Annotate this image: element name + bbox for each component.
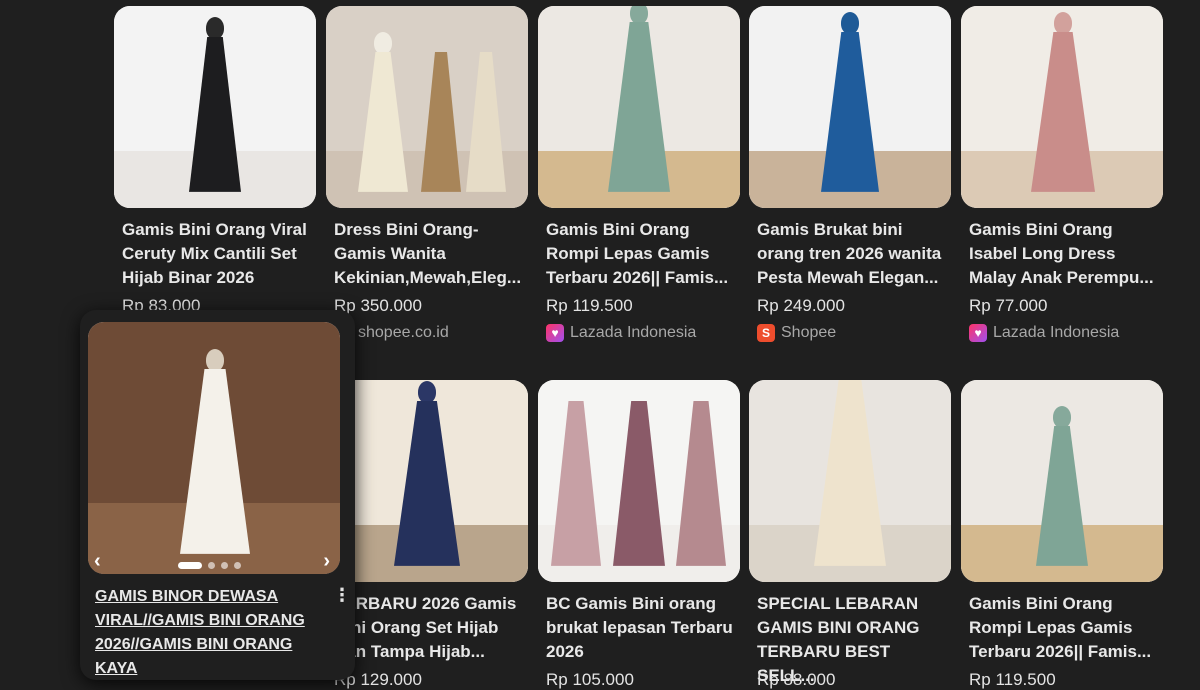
carousel-dot[interactable] (234, 562, 241, 569)
product-price: Rp 77.000 (969, 296, 1048, 315)
dress-shape (180, 368, 250, 554)
product-image[interactable] (114, 6, 316, 208)
carousel-dot[interactable] (221, 562, 228, 569)
product-source[interactable]: S Shopee (757, 324, 836, 342)
product-price: Rp 119.500 (969, 670, 1056, 689)
dress-shape (421, 51, 461, 192)
product-title[interactable]: Gamis Bini Orang Viral Ceruty Mix Cantil… (122, 218, 314, 290)
hijab-head (630, 6, 648, 24)
dress-figure (1036, 405, 1088, 566)
hijab-head (1054, 11, 1072, 34)
more-options-icon[interactable]: ⋮ (333, 585, 351, 606)
carousel-prev-icon[interactable]: ‹ (94, 550, 101, 573)
hijab-head (1053, 405, 1071, 428)
dress-shape (358, 51, 408, 192)
dress-shape (551, 400, 601, 566)
product-title[interactable]: Gamis Brukat bini orang tren 2026 wanita… (757, 218, 949, 290)
product-title[interactable]: Gamis Bini Orang Isabel Long Dress Malay… (969, 218, 1161, 290)
hijab-head (841, 11, 859, 34)
dress-shape (394, 400, 460, 566)
product-image[interactable] (749, 6, 951, 208)
dress-shape (466, 51, 506, 192)
source-label: Lazada Indonesia (570, 324, 697, 341)
dress-rack (421, 42, 511, 192)
dress-figure (358, 31, 408, 192)
dress-figure (821, 11, 879, 192)
dress-figure (1031, 11, 1095, 192)
dress-figure (189, 16, 241, 192)
highlighted-product-card[interactable]: ‹ › GAMIS BINOR DEWASA VIRAL//GAMIS BINI… (80, 310, 355, 680)
product-title[interactable]: Gamis Bini Orang Rompi Lepas Gamis Terba… (969, 592, 1161, 664)
hijab-head (374, 31, 392, 54)
product-image[interactable] (326, 6, 528, 208)
product-image[interactable] (326, 380, 528, 582)
product-title[interactable]: TERBARU 2026 Gamis Bini Orang Set Hijab … (334, 592, 526, 664)
product-image[interactable] (538, 380, 740, 582)
product-image[interactable] (961, 6, 1163, 208)
dress-shape (814, 380, 886, 566)
source-label: Shopee (781, 324, 837, 341)
dress-shape (608, 21, 670, 192)
dress-shape (189, 36, 241, 192)
hijab-head (206, 348, 224, 371)
product-image-carousel[interactable]: ‹ › (88, 322, 340, 574)
dress-shape (613, 400, 665, 566)
dress-figure (394, 380, 460, 566)
dress-shape (676, 400, 726, 566)
dress-shape (821, 31, 879, 192)
product-price: Rp 105.000 (546, 670, 634, 689)
dress-rack (546, 391, 732, 566)
product-price: Rp 249.000 (757, 296, 845, 315)
lazada-icon: ♥ (546, 324, 564, 342)
product-price: Rp 88.000 (757, 670, 836, 689)
product-title[interactable]: BC Gamis Bini orang brukat lepasan Terba… (546, 592, 738, 664)
dress-shape (1031, 31, 1095, 192)
product-price: Rp 119.500 (546, 296, 633, 315)
dress-figure (814, 380, 886, 566)
shopee-icon: S (757, 324, 775, 342)
dress-shape (1036, 425, 1088, 566)
product-title[interactable]: Gamis Bini Orang Rompi Lepas Gamis Terba… (546, 218, 738, 290)
product-image[interactable] (961, 380, 1163, 582)
dress-figure (608, 6, 670, 192)
carousel-dots (178, 562, 241, 569)
carousel-dot[interactable] (178, 562, 202, 569)
product-image[interactable] (749, 380, 951, 582)
product-image[interactable] (538, 6, 740, 208)
product-source[interactable]: ♥ Lazada Indonesia (969, 324, 1119, 342)
carousel-next-icon[interactable]: › (323, 550, 330, 573)
product-title[interactable]: Dress Bini Orang- Gamis Wanita Kekinian,… (334, 218, 526, 290)
product-title[interactable]: GAMIS BINOR DEWASA VIRAL//GAMIS BINI ORA… (95, 585, 325, 681)
hijab-head (418, 380, 436, 403)
product-source[interactable]: ♥ Lazada Indonesia (546, 324, 696, 342)
source-label: Lazada Indonesia (993, 324, 1120, 341)
carousel-dot[interactable] (208, 562, 215, 569)
source-label: shopee.co.id (358, 324, 449, 341)
dress-figure (180, 348, 250, 554)
lazada-icon: ♥ (969, 324, 987, 342)
hijab-head (206, 16, 224, 39)
